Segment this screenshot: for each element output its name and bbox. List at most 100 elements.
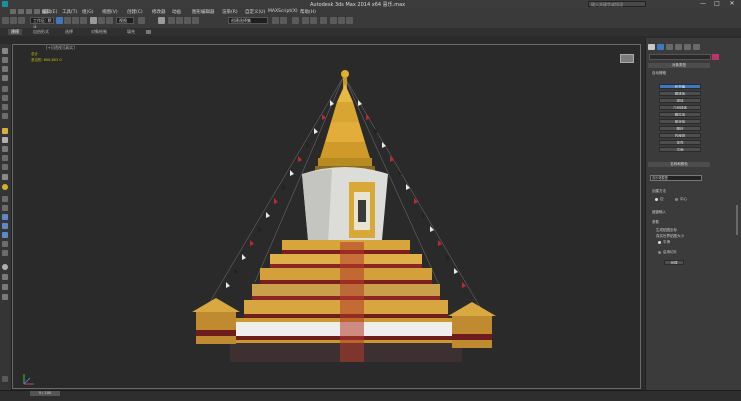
- left-tool-icon[interactable]: [2, 274, 8, 280]
- left-tool-icon[interactable]: [2, 241, 8, 247]
- left-tool-icon[interactable]: [2, 184, 8, 190]
- save-icon[interactable]: [26, 9, 32, 14]
- window-crossing-icon[interactable]: [80, 17, 87, 24]
- left-tool-icon[interactable]: [2, 155, 8, 161]
- box-button[interactable]: 长方体: [659, 84, 701, 89]
- close-button[interactable]: ✕: [725, 0, 739, 8]
- viewport-label[interactable]: [+][透视][真实]: [46, 45, 75, 51]
- left-tool-icon[interactable]: [2, 284, 8, 290]
- left-tool-icon[interactable]: [2, 264, 8, 270]
- left-tool-icon[interactable]: [2, 95, 8, 101]
- link-icon[interactable]: [2, 17, 9, 24]
- left-tool-icon[interactable]: [2, 48, 8, 54]
- open-icon[interactable]: [18, 9, 24, 14]
- command-panel-scrollbar[interactable]: [736, 205, 738, 235]
- tab-freeform[interactable]: 自由形式: [30, 29, 52, 35]
- torus-button[interactable]: 圆环: [659, 126, 701, 131]
- tab-selection[interactable]: 选择: [62, 29, 76, 35]
- create-button[interactable]: 创建: [664, 260, 684, 265]
- spinner-snap-icon[interactable]: [192, 17, 199, 24]
- mirror-icon[interactable]: [272, 17, 279, 24]
- real-world-checkbox[interactable]: 真实世界贴图大小: [656, 234, 684, 239]
- snap-icon[interactable]: [168, 17, 175, 24]
- rollout-name-color[interactable]: 名称和颜色: [648, 162, 710, 167]
- left-tool-icon[interactable]: [2, 75, 8, 81]
- left-tool-icon[interactable]: [2, 57, 8, 63]
- display-icon[interactable]: [684, 44, 691, 50]
- curve-editor-icon[interactable]: [302, 17, 309, 24]
- left-tool-icon[interactable]: [2, 174, 8, 180]
- motion-icon[interactable]: [675, 44, 682, 50]
- left-tool-icon[interactable]: [2, 137, 8, 143]
- region-icon[interactable]: [72, 17, 79, 24]
- selection-filter-dropdown[interactable]: 工作区: 默认: [30, 17, 54, 29]
- new-icon[interactable]: [10, 9, 16, 14]
- material-editor-icon[interactable]: [320, 17, 327, 24]
- minimize-button[interactable]: —: [696, 0, 710, 8]
- left-tool-icon[interactable]: [2, 223, 8, 229]
- object-name-field[interactable]: [649, 54, 711, 60]
- slice-radio[interactable]: [658, 251, 661, 254]
- name-input[interactable]: 喜乐塔模型: [650, 175, 702, 181]
- generate-uv-checkbox[interactable]: 生成贴图坐标: [656, 228, 677, 233]
- pivot-icon[interactable]: [138, 17, 145, 24]
- keyboard-entry-label[interactable]: 键盘输入: [652, 210, 666, 215]
- tube-button[interactable]: 管状体: [659, 119, 701, 124]
- left-tool-icon[interactable]: [2, 376, 8, 382]
- edge-radio[interactable]: [655, 198, 658, 201]
- utilities-icon[interactable]: [693, 44, 700, 50]
- hierarchy-icon[interactable]: [666, 44, 673, 50]
- undo-icon[interactable]: [34, 9, 40, 14]
- percent-snap-icon[interactable]: [184, 17, 191, 24]
- render-icon[interactable]: [346, 17, 353, 24]
- maximize-button[interactable]: □: [710, 0, 724, 8]
- object-color-swatch[interactable]: [712, 54, 719, 60]
- reference-coordinate-dropdown[interactable]: 视图: [116, 17, 134, 24]
- center-radio[interactable]: [675, 198, 678, 201]
- modify-icon[interactable]: [657, 44, 664, 50]
- render-frame-icon[interactable]: [338, 17, 345, 24]
- select-by-name-icon[interactable]: [64, 17, 71, 24]
- app-icon[interactable]: [2, 1, 8, 7]
- create-icon[interactable]: [648, 44, 655, 50]
- plane-button[interactable]: 平面: [659, 147, 701, 152]
- cone-button[interactable]: 圆锥体: [659, 91, 701, 96]
- layer-icon[interactable]: [292, 17, 299, 24]
- left-tool-icon[interactable]: [2, 164, 8, 170]
- scale-icon[interactable]: [106, 17, 113, 24]
- smooth-radio[interactable]: [658, 241, 661, 244]
- bind-icon[interactable]: [18, 17, 25, 24]
- time-slider[interactable]: 0 / 100: [30, 391, 60, 396]
- tab-object-paint[interactable]: 对象绘制: [88, 29, 110, 35]
- left-tool-icon[interactable]: [2, 146, 8, 152]
- left-tool-icon[interactable]: [2, 294, 8, 300]
- select-icon[interactable]: [56, 17, 63, 24]
- left-tool-icon[interactable]: [2, 196, 8, 202]
- left-tool-icon[interactable]: [2, 104, 8, 110]
- align-icon[interactable]: [280, 17, 287, 24]
- angle-snap-icon[interactable]: [176, 17, 183, 24]
- left-tool-icon[interactable]: [2, 128, 8, 134]
- left-tool-icon[interactable]: [2, 86, 8, 92]
- left-tool-icon[interactable]: [2, 232, 8, 238]
- left-tool-icon[interactable]: [2, 250, 8, 256]
- rollout-object-type[interactable]: 对象类型: [648, 63, 710, 68]
- left-tool-icon[interactable]: [2, 214, 8, 220]
- sphere-button[interactable]: 球体: [659, 98, 701, 103]
- named-selection-dropdown[interactable]: 创建选择集: [228, 17, 268, 24]
- tab-populate[interactable]: 填充: [124, 29, 138, 35]
- viewcube[interactable]: [620, 54, 634, 63]
- menu-item-maxscript[interactable]: MAXScript(X): [268, 9, 298, 14]
- move-icon[interactable]: [90, 17, 97, 24]
- geosphere-button[interactable]: 几何球体: [659, 105, 701, 110]
- unlink-icon[interactable]: [10, 17, 17, 24]
- rotate-icon[interactable]: [98, 17, 105, 24]
- schematic-icon[interactable]: [310, 17, 317, 24]
- tab-modeling[interactable]: 建模: [8, 29, 22, 35]
- left-tool-icon[interactable]: [2, 113, 8, 119]
- search-input[interactable]: 键入关键字或短语: [588, 1, 646, 7]
- pyramid-button[interactable]: 四棱锥: [659, 133, 701, 138]
- left-tool-icon[interactable]: [2, 66, 8, 72]
- left-tool-icon[interactable]: [2, 205, 8, 211]
- ribbon-toggle-icon[interactable]: [146, 30, 151, 34]
